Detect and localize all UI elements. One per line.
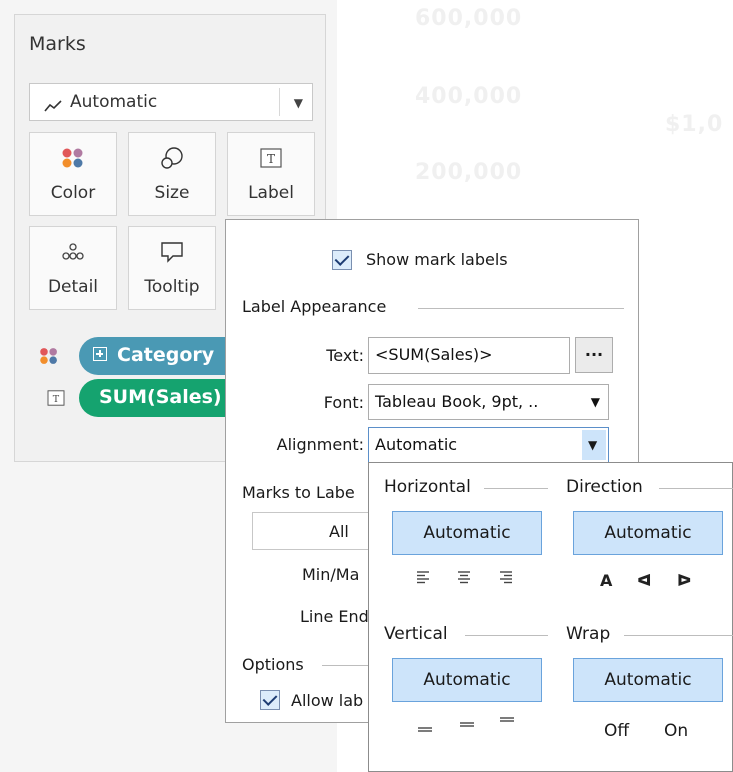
chevron-down-icon[interactable]: ▼ [294, 96, 303, 110]
align-right-icon[interactable] [499, 569, 513, 588]
wrap-heading: Wrap [566, 624, 611, 644]
direction-automatic-button[interactable]: Automatic [573, 511, 723, 555]
size-circles-icon [129, 145, 215, 171]
section-divider [418, 308, 624, 309]
marks-title: Marks [29, 33, 86, 55]
allow-labels-checkbox[interactable] [260, 690, 280, 710]
alignment-value: Automatic [375, 435, 458, 454]
marks-to-label-heading: Marks to Labe [242, 483, 355, 502]
edit-text-button[interactable]: ... [575, 337, 613, 373]
all-option-text: All [329, 522, 349, 541]
canvas-axis-label: 200,000 [415, 160, 523, 185]
font-field-label: Font: [323, 393, 364, 412]
tooltip-label: Tooltip [144, 277, 200, 297]
align-middle-icon[interactable] [459, 717, 475, 737]
size-label: Size [154, 183, 190, 203]
direction-heading: Direction [566, 477, 643, 497]
horizontal-automatic-button[interactable]: Automatic [392, 511, 542, 555]
size-button[interactable]: Size [128, 132, 216, 216]
alignment-popup: Horizontal Automatic Direction Automatic… [368, 462, 733, 772]
section-divider [659, 488, 733, 489]
text-label-icon: T [228, 145, 314, 171]
allow-labels-text: Allow lab [291, 691, 364, 710]
min-max-option[interactable]: Min/Ma [302, 565, 359, 584]
color-dots-icon [30, 145, 116, 171]
horizontal-heading: Horizontal [384, 477, 471, 497]
sum-sales-pill[interactable]: SUM(Sales) [79, 379, 249, 417]
canvas-axis-label: 400,000 [415, 84, 523, 109]
category-pill-text: Category [117, 344, 215, 366]
detail-dots-icon [30, 239, 116, 265]
line-chart-icon [44, 97, 62, 116]
section-divider [322, 665, 368, 666]
category-pill[interactable]: Category [79, 337, 249, 375]
text-label-icon: T [47, 390, 65, 410]
options-heading: Options [242, 655, 304, 674]
section-divider [624, 635, 733, 636]
text-field[interactable]: <SUM(Sales)> [368, 337, 570, 374]
color-button[interactable]: Color [29, 132, 117, 216]
align-top-icon[interactable] [499, 717, 515, 737]
text-field-label: Text: [326, 346, 364, 365]
font-value: Tableau Book, 9pt, .. [375, 392, 539, 411]
align-left-icon[interactable] [416, 569, 430, 588]
sum-sales-pill-text: SUM(Sales) [99, 386, 222, 408]
mark-type-value: Automatic [70, 92, 158, 112]
tooltip-button[interactable]: Tooltip [128, 226, 216, 310]
label-label: Label [248, 183, 294, 203]
canvas-mark-label: $1,0 [665, 112, 724, 137]
section-divider [484, 488, 548, 489]
show-mark-labels-text: Show mark labels [366, 250, 508, 269]
wrap-on-option[interactable]: On [664, 721, 688, 741]
dropdown-separator [279, 88, 280, 116]
line-ends-option[interactable]: Line End [300, 607, 369, 626]
vertical-heading: Vertical [384, 624, 448, 644]
detail-button[interactable]: Detail [29, 226, 117, 310]
align-bottom-icon[interactable] [417, 717, 433, 737]
tooltip-bubble-icon [129, 239, 215, 265]
direction-up-icon[interactable]: ᐊ [637, 571, 651, 590]
wrap-off-option[interactable]: Off [604, 721, 629, 741]
section-divider [465, 635, 548, 636]
show-mark-labels-checkbox[interactable] [332, 250, 352, 270]
wrap-automatic-button[interactable]: Automatic [573, 658, 723, 702]
canvas-axis-label: 600,000 [415, 6, 523, 31]
label-appearance-heading: Label Appearance [242, 297, 387, 316]
color-label: Color [50, 183, 96, 203]
align-center-icon[interactable] [457, 569, 471, 588]
vertical-automatic-button[interactable]: Automatic [392, 658, 542, 702]
direction-down-icon[interactable]: ᐅ [677, 571, 691, 590]
color-dots-icon [39, 346, 59, 370]
detail-label: Detail [47, 277, 99, 297]
alignment-field-label: Alignment: [276, 435, 364, 454]
chevron-down-icon[interactable]: ▼ [582, 430, 606, 460]
font-dropdown[interactable]: Tableau Book, 9pt, .. ▼ [368, 384, 609, 420]
text-field-value: <SUM(Sales)> [375, 345, 493, 364]
expand-plus-icon[interactable] [93, 347, 107, 361]
direction-horizontal-icon[interactable]: A [600, 571, 612, 590]
svg-text:T: T [53, 394, 60, 405]
label-button[interactable]: T Label [227, 132, 315, 216]
svg-text:T: T [267, 152, 275, 166]
chevron-down-icon[interactable]: ▼ [591, 395, 600, 409]
mark-type-dropdown[interactable]: Automatic ▼ [29, 83, 313, 121]
alignment-dropdown[interactable]: Automatic ▼ [368, 427, 609, 463]
